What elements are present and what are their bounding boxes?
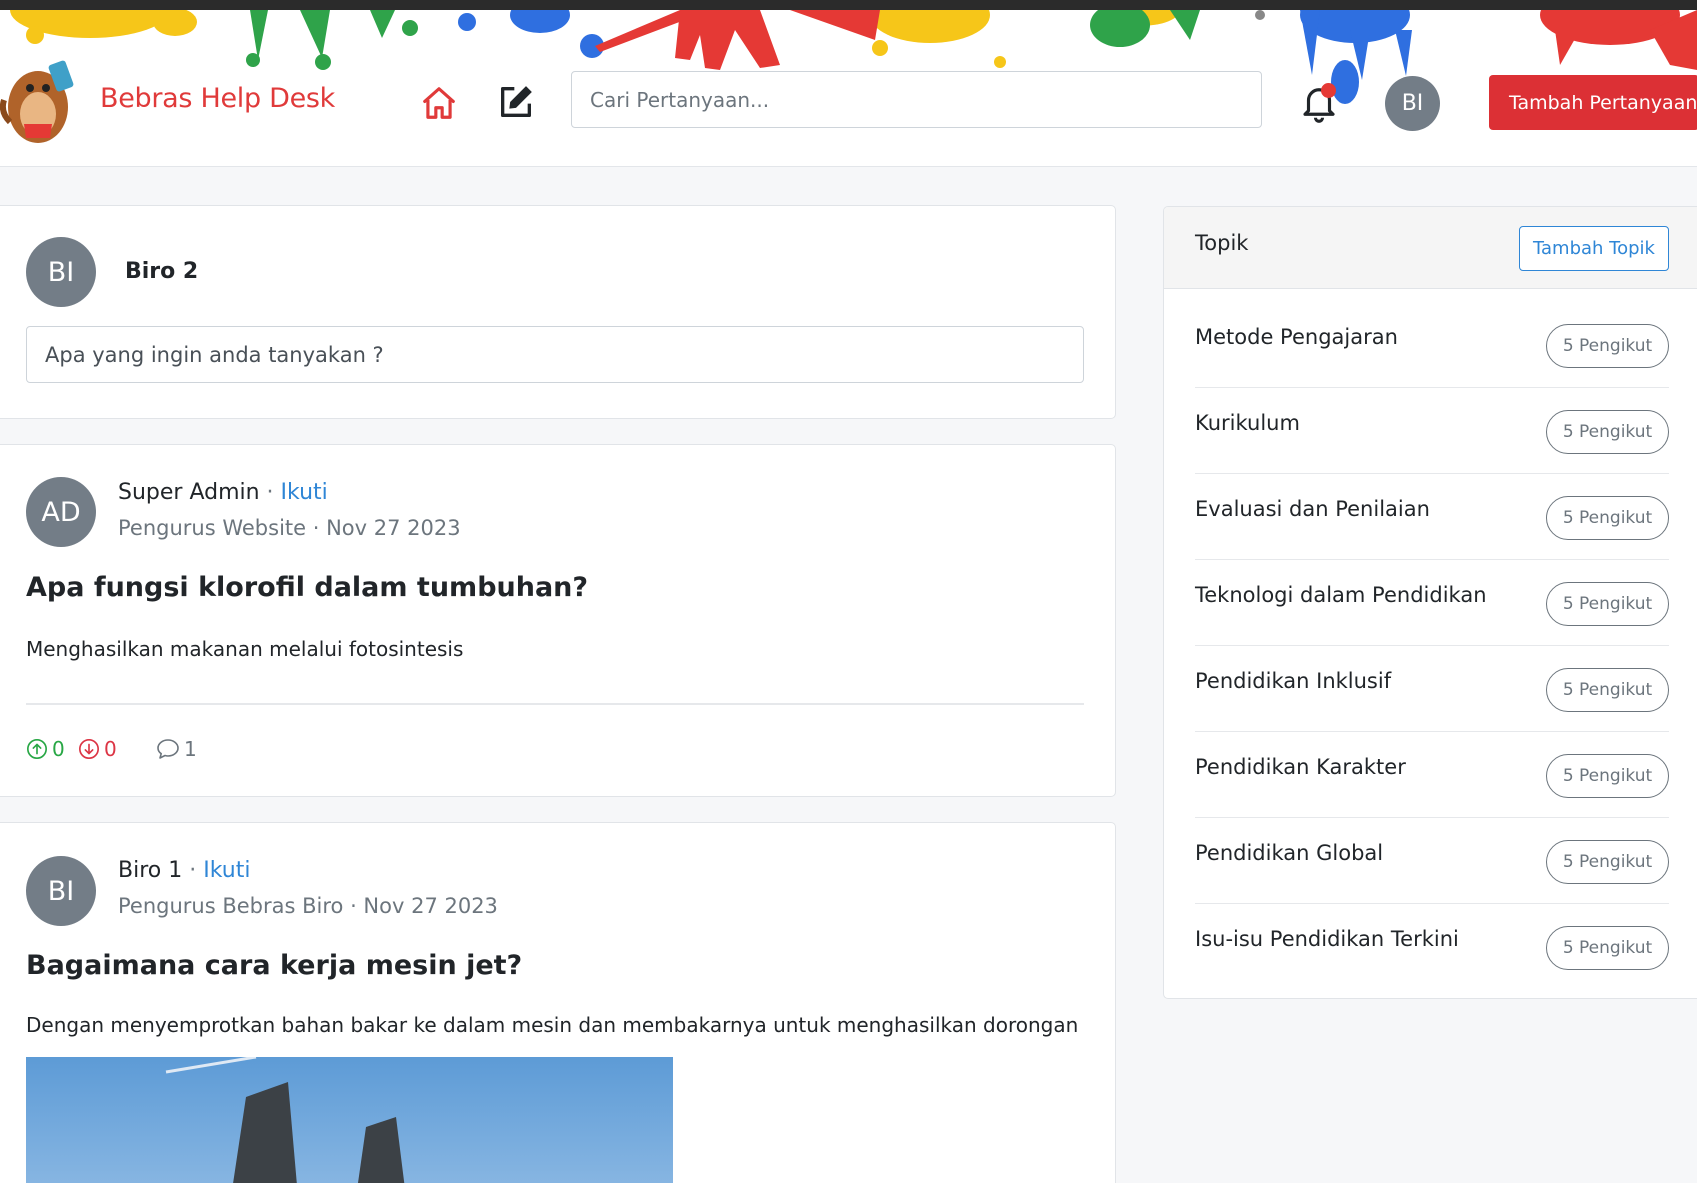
separator: · — [343, 894, 364, 918]
comment-count: 1 — [184, 737, 197, 761]
topic-item[interactable]: Pendidikan Global 5 Pengikut — [1195, 818, 1669, 904]
comment-icon — [157, 739, 179, 759]
author-role: Pengurus Website — [118, 516, 307, 540]
compose-card: BI Biro 2 — [0, 205, 1116, 419]
separator: · — [182, 858, 204, 883]
upvote-count: 0 — [52, 737, 65, 761]
divider — [26, 703, 1084, 705]
topic-item[interactable]: Pendidikan Karakter 5 Pengikut — [1195, 732, 1669, 818]
post-author-line: Super Admin · Ikuti — [118, 480, 328, 505]
author-role: Pengurus Bebras Biro — [118, 894, 344, 918]
question-title[interactable]: Bagaimana cara kerja mesin jet? — [26, 950, 522, 981]
post-meta: Pengurus Bebras Biro · Nov 27 2023 — [118, 894, 498, 918]
downvote-count: 0 — [104, 737, 117, 761]
arrow-down-circle-icon — [79, 739, 99, 759]
beaver-logo[interactable] — [0, 52, 80, 152]
author-name[interactable]: Biro 1 — [118, 858, 182, 883]
topic-item[interactable]: Kurikulum 5 Pengikut — [1195, 388, 1669, 474]
topic-name[interactable]: Metode Pengajaran — [1195, 325, 1398, 349]
post-date: Nov 27 2023 — [363, 894, 498, 918]
topic-item[interactable]: Isu-isu Pendidikan Terkini 5 Pengikut — [1195, 904, 1669, 990]
topic-name[interactable]: Teknologi dalam Pendidikan — [1195, 583, 1487, 607]
question-card: AD Super Admin · Ikuti Pengurus Website … — [0, 444, 1116, 797]
follow-link[interactable]: Ikuti — [281, 480, 328, 505]
notification-dot — [1321, 83, 1336, 98]
answer-text: Dengan menyemprotkan bahan bakar ke dala… — [26, 1013, 1079, 1037]
avatar: BI — [26, 856, 96, 926]
follow-topic-button[interactable]: 5 Pengikut — [1546, 582, 1669, 626]
follow-topic-button[interactable]: 5 Pengikut — [1546, 926, 1669, 970]
author-name[interactable]: Super Admin — [118, 480, 260, 505]
upvote-button[interactable]: 0 — [26, 737, 65, 761]
follow-link[interactable]: Ikuti — [203, 858, 250, 883]
follow-topic-button[interactable]: 5 Pengikut — [1546, 410, 1669, 454]
topic-name[interactable]: Kurikulum — [1195, 411, 1300, 435]
browser-top-bar — [0, 0, 1697, 10]
add-topic-button[interactable]: Tambah Topik — [1519, 226, 1669, 271]
avatar: AD — [26, 477, 96, 547]
follow-topic-button[interactable]: 5 Pengikut — [1546, 840, 1669, 884]
topic-sidebar: Topik Tambah Topik Metode Pengajaran 5 P… — [1163, 206, 1697, 999]
sidebar-title: Topik — [1195, 231, 1249, 255]
topic-name[interactable]: Pendidikan Karakter — [1195, 755, 1406, 779]
post-date: Nov 27 2023 — [326, 516, 461, 540]
topic-item[interactable]: Teknologi dalam Pendidikan 5 Pengikut — [1195, 560, 1669, 646]
topic-name[interactable]: Isu-isu Pendidikan Terkini — [1195, 927, 1459, 951]
topic-name[interactable]: Pendidikan Global — [1195, 841, 1383, 865]
follow-topic-button[interactable]: 5 Pengikut — [1546, 496, 1669, 540]
search-input[interactable] — [571, 71, 1262, 128]
edit-icon[interactable] — [496, 82, 536, 122]
question-title[interactable]: Apa fungsi klorofil dalam tumbuhan? — [26, 572, 588, 603]
downvote-button[interactable]: 0 — [78, 737, 117, 761]
comment-button[interactable]: 1 — [156, 737, 197, 761]
topic-name[interactable]: Evaluasi dan Penilaian — [1195, 497, 1430, 521]
separator: · — [306, 516, 327, 540]
composer-user-name: Biro 2 — [125, 259, 199, 284]
post-author-line: Biro 1 · Ikuti — [118, 858, 250, 883]
add-question-button[interactable]: Tambah Pertanyaan — [1489, 75, 1697, 130]
sidebar-header: Topik Tambah Topik — [1164, 207, 1697, 289]
topic-item[interactable]: Pendidikan Inklusif 5 Pengikut — [1195, 646, 1669, 732]
ask-question-input[interactable] — [26, 326, 1084, 383]
answer-image[interactable] — [26, 1057, 673, 1183]
topic-name[interactable]: Pendidikan Inklusif — [1195, 669, 1391, 693]
question-card: BI Biro 1 · Ikuti Pengurus Bebras Biro ·… — [0, 822, 1116, 1183]
follow-topic-button[interactable]: 5 Pengikut — [1546, 668, 1669, 712]
navbar: Bebras Help Desk BI Tambah Pertanyaan — [0, 10, 1697, 167]
home-icon[interactable] — [420, 84, 458, 122]
user-avatar[interactable]: BI — [1385, 76, 1440, 131]
follow-topic-button[interactable]: 5 Pengikut — [1546, 754, 1669, 798]
follow-topic-button[interactable]: 5 Pengikut — [1546, 324, 1669, 368]
topic-item[interactable]: Metode Pengajaran 5 Pengikut — [1195, 302, 1669, 388]
brand-name[interactable]: Bebras Help Desk — [100, 83, 335, 114]
topic-item[interactable]: Evaluasi dan Penilaian 5 Pengikut — [1195, 474, 1669, 560]
separator: · — [259, 480, 281, 505]
avatar: BI — [26, 237, 96, 307]
post-meta: Pengurus Website · Nov 27 2023 — [118, 516, 461, 540]
answer-text: Menghasilkan makanan melalui fotosintesi… — [26, 637, 464, 661]
arrow-up-circle-icon — [27, 739, 47, 759]
